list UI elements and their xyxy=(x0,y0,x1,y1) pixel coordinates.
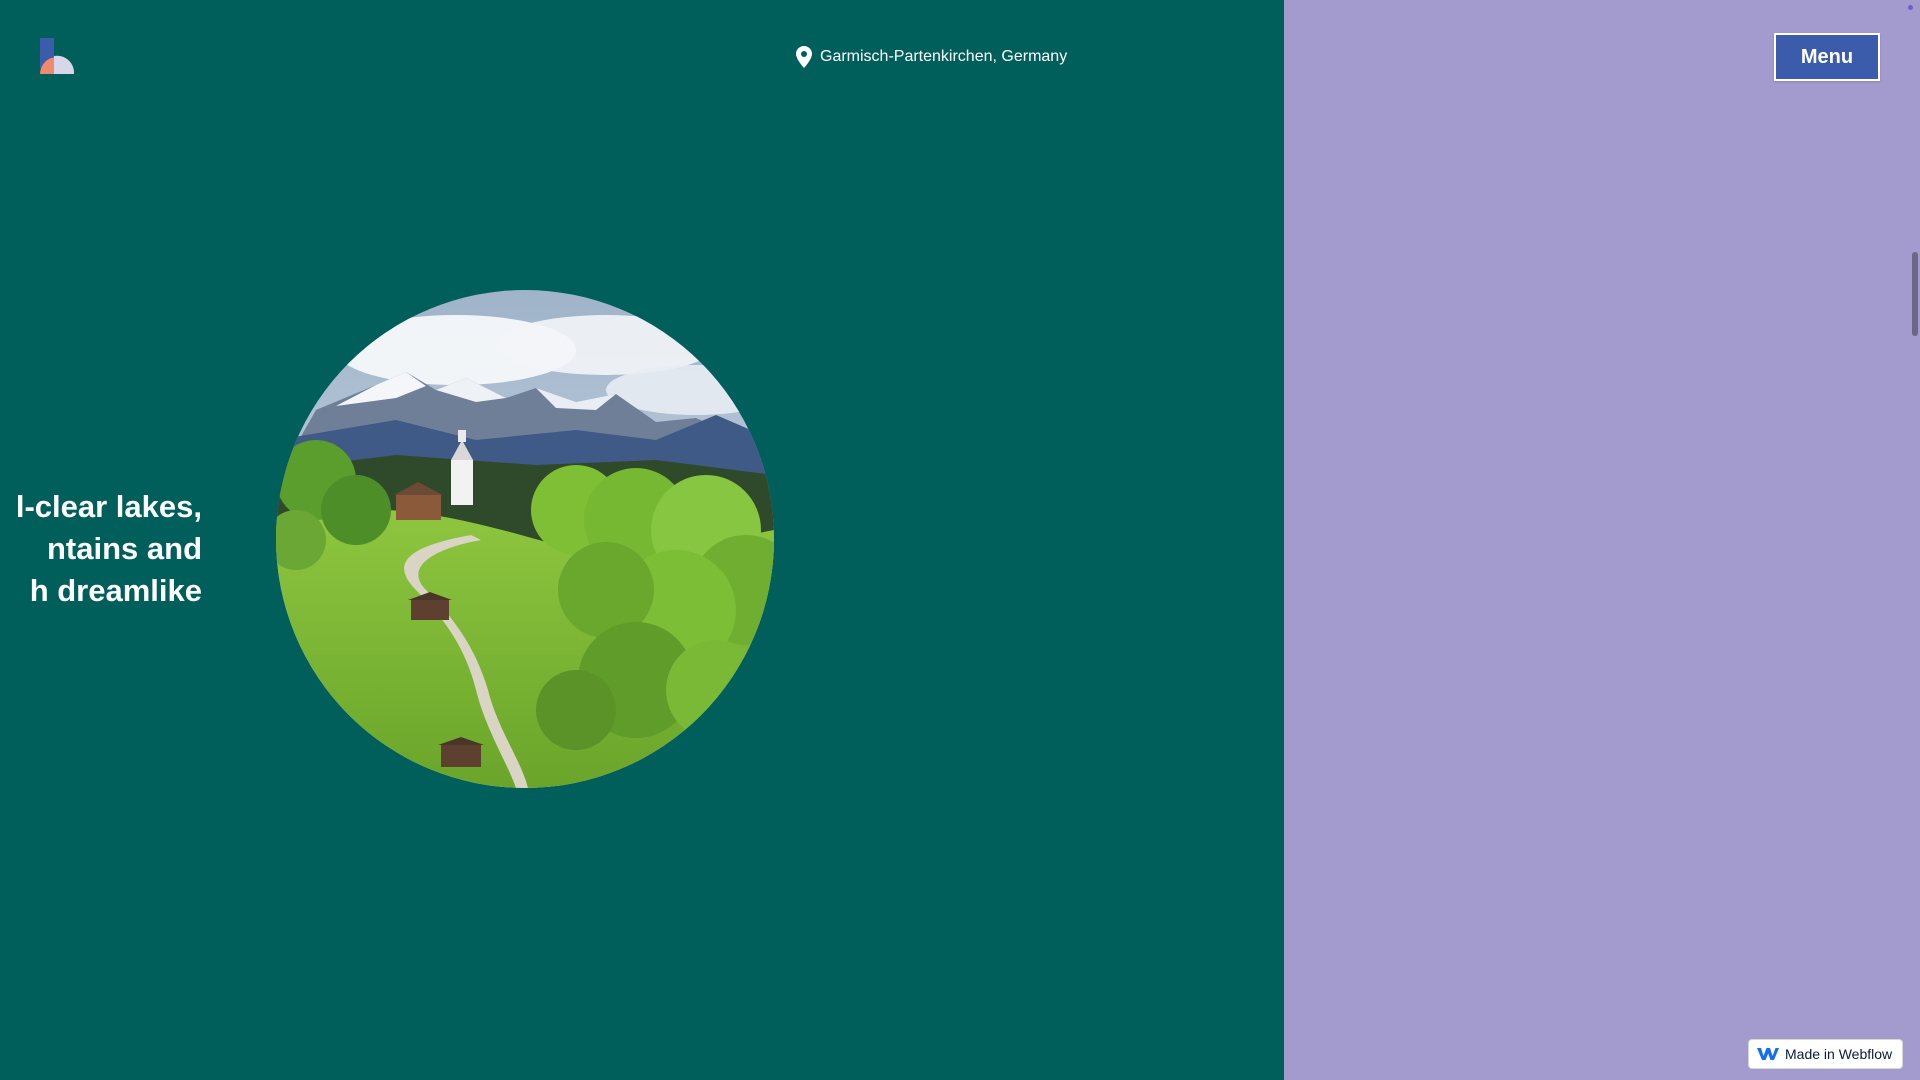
hero-line-3: h dreamlike xyxy=(29,573,202,608)
hero-line-1: l-clear lakes, xyxy=(15,489,202,524)
hero-text: l-clear lakes, ntains and h dreamlike xyxy=(0,486,202,612)
right-panel xyxy=(1284,0,1920,1080)
made-in-webflow-badge[interactable]: Made in Webflow xyxy=(1748,1039,1904,1069)
webflow-badge-label: Made in Webflow xyxy=(1785,1046,1893,1062)
scrollbar-thumb[interactable] xyxy=(1912,252,1918,336)
webflow-icon xyxy=(1757,1047,1779,1061)
map-pin-icon xyxy=(796,46,812,68)
corner-dot xyxy=(1908,5,1913,10)
menu-button[interactable]: Menu xyxy=(1774,33,1880,81)
page: Garmisch-Partenkirchen, Germany Menu l-c… xyxy=(0,0,1920,1080)
scrollbar[interactable] xyxy=(1910,0,1920,1080)
brand-logo[interactable] xyxy=(38,38,76,74)
hero-line-2: ntains and xyxy=(46,531,202,566)
landscape-photo xyxy=(276,290,774,788)
location-label: Garmisch-Partenkirchen, Germany xyxy=(796,46,1067,68)
location-text: Garmisch-Partenkirchen, Germany xyxy=(820,48,1068,65)
